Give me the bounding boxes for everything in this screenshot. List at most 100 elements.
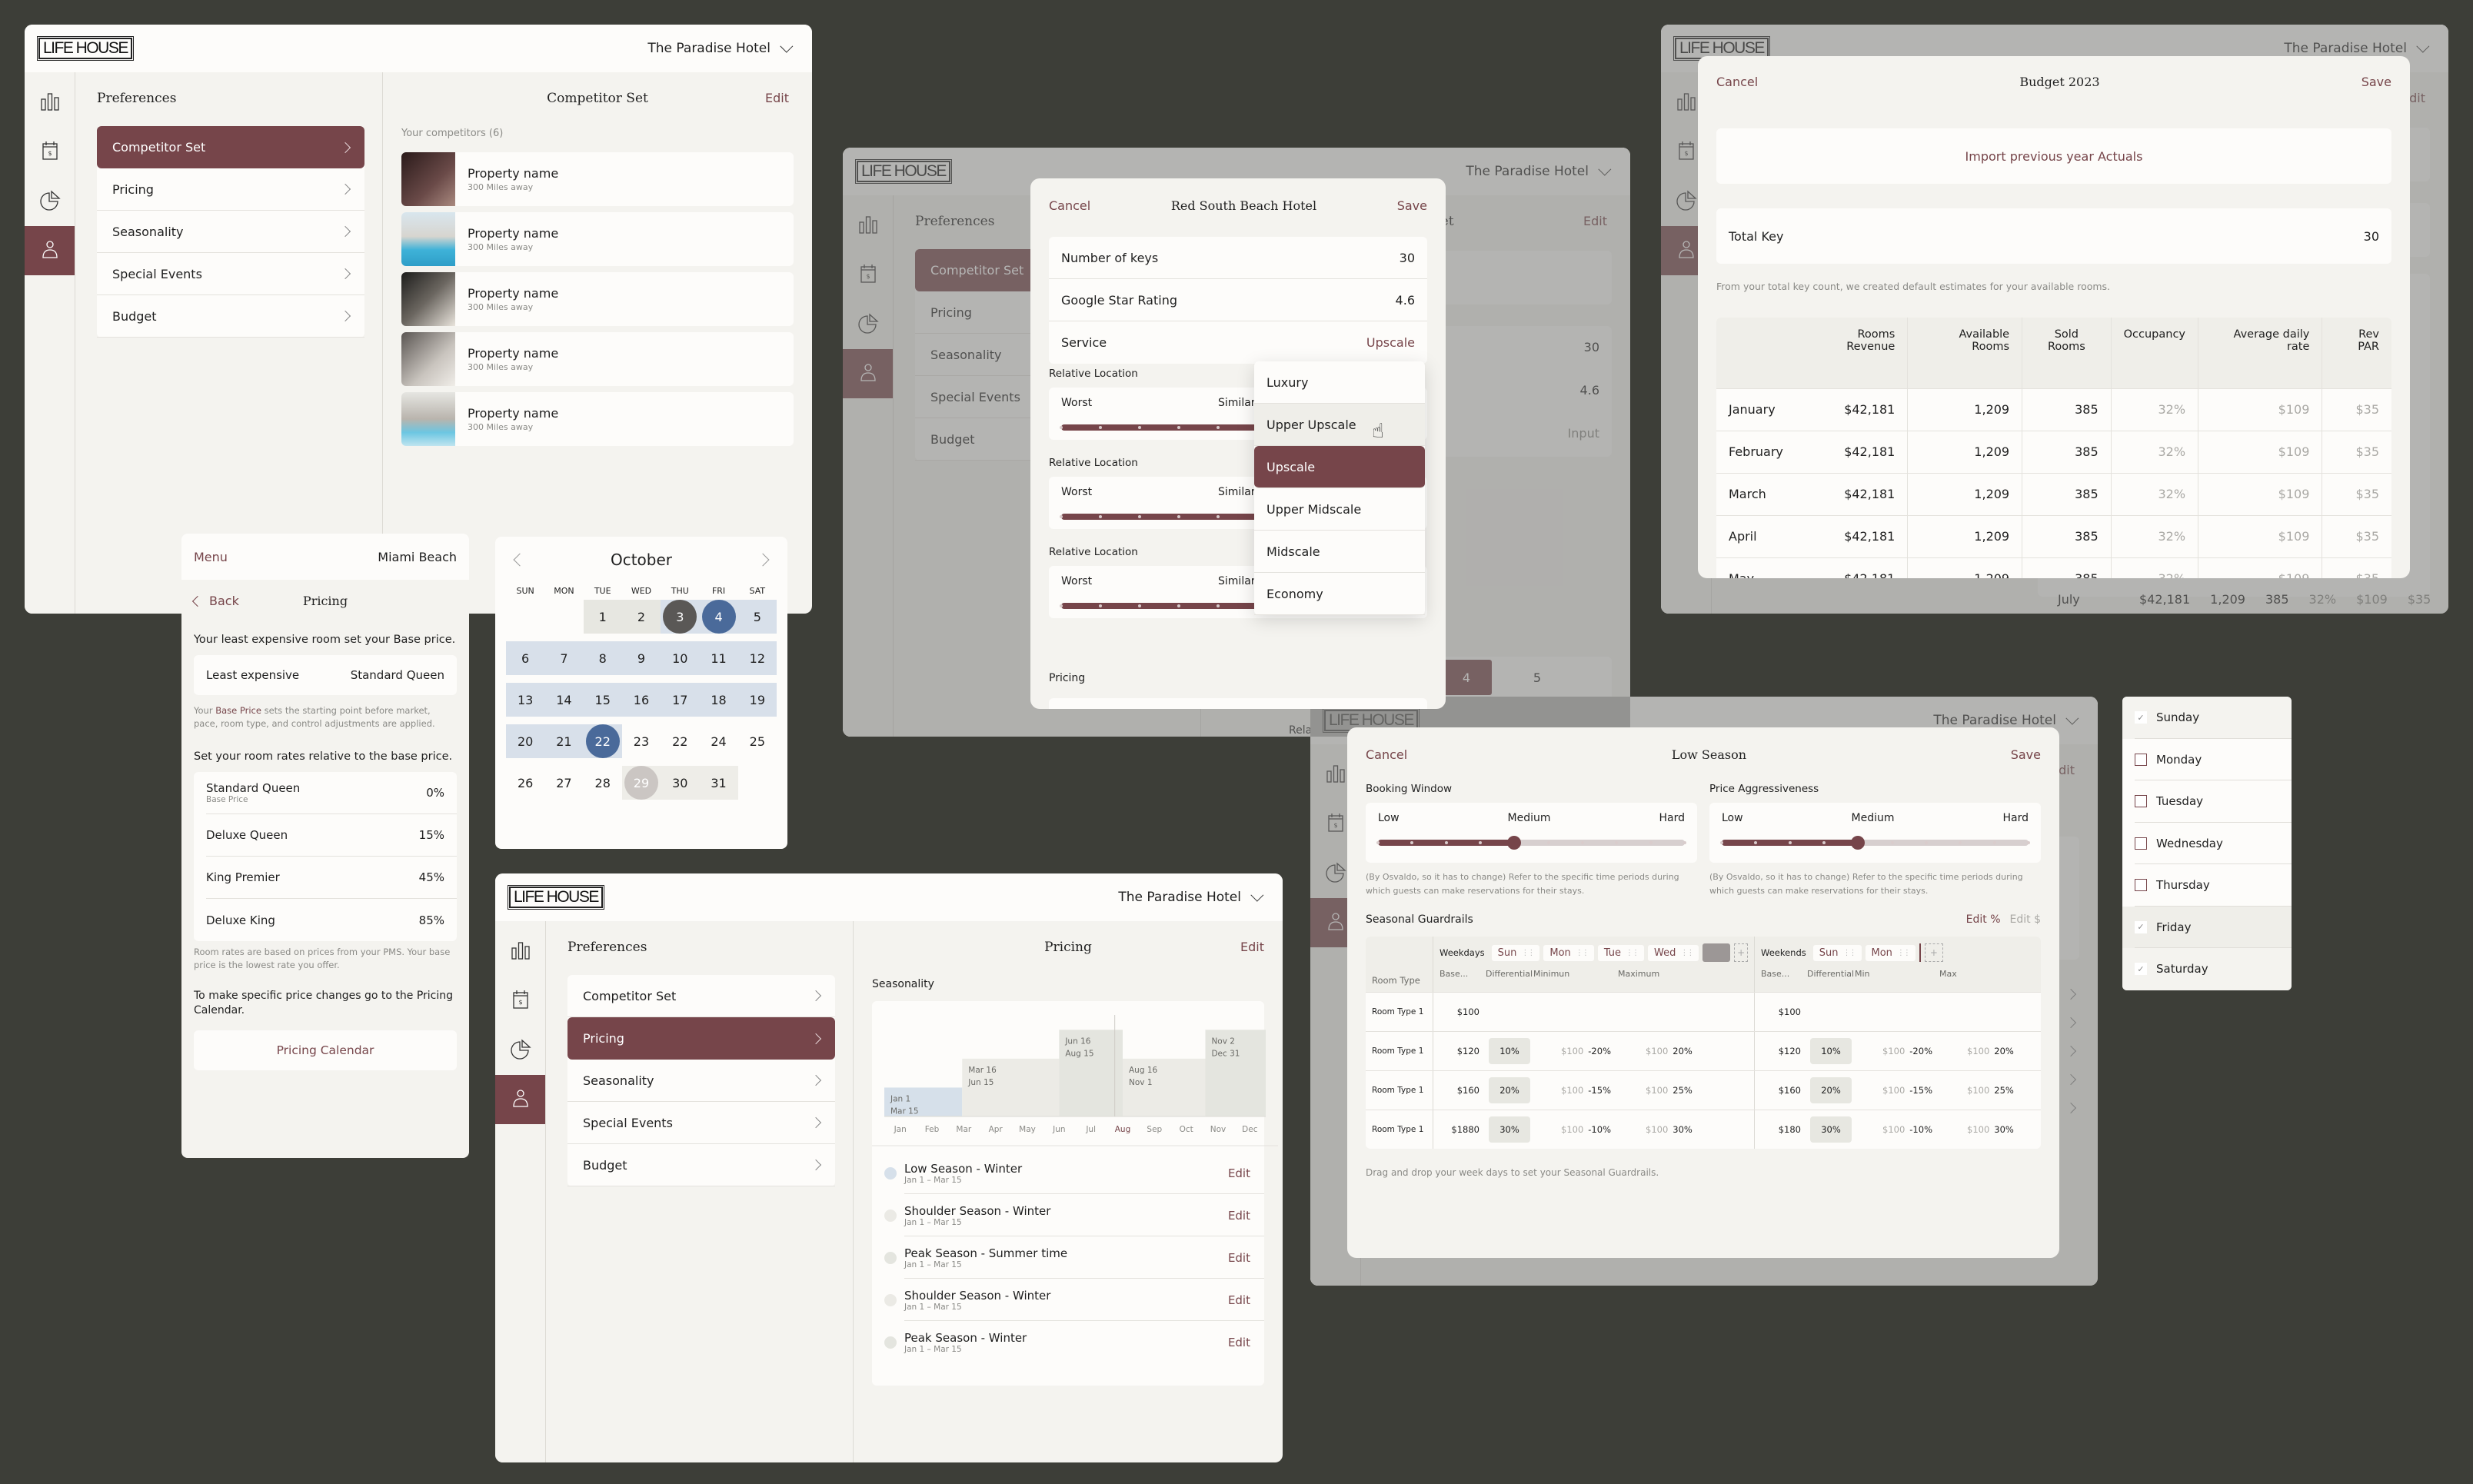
cell-revenue[interactable]: $42,181 [1796, 388, 1908, 431]
differential-input[interactable]: 10% [1810, 1038, 1852, 1064]
calendar-day[interactable]: 22 [661, 724, 699, 758]
menu-button[interactable]: Menu [194, 550, 228, 564]
cell-occupancy[interactable]: 32% [2110, 388, 2198, 431]
checkbox-unchecked[interactable] [2135, 795, 2147, 808]
edit-percent-button[interactable]: Edit % [1966, 913, 2001, 926]
room-rate-row[interactable]: Standard Queen Base Price 0% [206, 772, 457, 814]
save-button[interactable]: Save [1397, 198, 1427, 213]
hotel-selector[interactable]: The Paradise Hotel [1118, 888, 1264, 905]
room-rate-row[interactable]: King Premier 45% [206, 857, 457, 899]
cell-revpar[interactable]: $35 [2322, 473, 2391, 515]
weekday-option-monday[interactable]: Monday [2122, 738, 2292, 780]
max-percent[interactable]: 25% [1673, 1085, 1692, 1096]
weekday-option-tuesday[interactable]: Tuesday [2122, 780, 2292, 823]
menu-item-competitor-set[interactable]: Competitor Set [97, 126, 364, 168]
back-button[interactable]: Back [191, 594, 239, 608]
min-percent[interactable]: -10% [1909, 1124, 1932, 1135]
checkbox-unchecked[interactable] [2135, 753, 2147, 766]
user-nav-button[interactable] [495, 1075, 545, 1124]
menu-item-pricing[interactable]: Pricing [567, 1017, 835, 1060]
menu-item-pricing[interactable]: Pricing [97, 168, 364, 211]
calendar-day[interactable]: 18 [699, 683, 738, 717]
cell-revenue[interactable]: $42,181 [1796, 431, 1908, 473]
day-chip-mon[interactable]: Mon ⋮⋮ [1543, 944, 1594, 961]
slider-handle[interactable] [1507, 836, 1522, 850]
cell-revenue[interactable]: $42,181 [1796, 473, 1908, 515]
slider-track[interactable] [1720, 836, 2030, 850]
calendar-day[interactable]: 22 [583, 724, 622, 758]
cell-sold[interactable]: 385 [2022, 473, 2112, 515]
cell-adr[interactable]: $109 [2198, 388, 2322, 431]
service-option-luxury[interactable]: Luxury [1254, 361, 1425, 404]
least-expensive-field[interactable]: Least expensive Standard Queen [194, 655, 457, 695]
checkbox-checked[interactable]: ✓ [2135, 920, 2147, 933]
calendar-day[interactable]: 8 [583, 641, 622, 675]
calendar-day[interactable]: 11 [699, 641, 738, 675]
weekday-option-thursday[interactable]: Thursday [2122, 864, 2292, 907]
prev-month-button[interactable] [513, 553, 527, 567]
differential-input[interactable]: 30% [1489, 1116, 1530, 1143]
import-actuals-button[interactable]: Import previous year Actuals [1716, 128, 2391, 184]
service-option-upscale[interactable]: Upscale [1254, 446, 1425, 488]
cell-sold[interactable]: 385 [2022, 557, 2112, 578]
service-option-economy[interactable]: Economy [1254, 573, 1425, 615]
weekday-option-friday[interactable]: ✓ Friday [2122, 906, 2292, 948]
checkbox-unchecked[interactable] [2135, 879, 2147, 892]
season-edit-button[interactable]: Edit [1228, 1209, 1250, 1223]
calendar-day[interactable]: 3 [661, 600, 700, 634]
competitor-item[interactable]: Property name 300 Miles away [401, 392, 794, 446]
cell-adr[interactable]: $109 [2198, 431, 2322, 473]
hotel-selector[interactable]: The Paradise Hotel [647, 39, 794, 56]
field-google-star-rating[interactable]: Google Star Rating 4.6 [1049, 279, 1427, 321]
calendar-day[interactable]: 9 [621, 641, 661, 675]
menu-item-seasonality[interactable]: Seasonality [97, 211, 364, 253]
menu-item-special-events[interactable]: Special Events [97, 253, 364, 295]
calendar-day[interactable]: 10 [661, 641, 700, 675]
add-day-button[interactable]: + [1924, 943, 1943, 962]
cell-adr[interactable]: $109 [2198, 515, 2322, 557]
calendar-day[interactable]: 2 [621, 600, 661, 634]
day-chip-sun[interactable]: Sun ⋮⋮ [1491, 944, 1540, 961]
calendar-day[interactable]: 29 [621, 766, 661, 800]
calendar-day[interactable]: 24 [699, 724, 737, 758]
total-key-field[interactable]: Total Key 30 [1716, 208, 2391, 264]
cell-revpar[interactable]: $35 [2322, 388, 2391, 431]
cell-available[interactable]: 1,209 [1907, 515, 2022, 557]
cell-adr[interactable]: $109 [2198, 557, 2322, 578]
max-percent[interactable]: 30% [1673, 1124, 1692, 1135]
max-percent[interactable]: 25% [1994, 1085, 2014, 1096]
min-percent[interactable]: -15% [1588, 1085, 1611, 1096]
day-chip-mon[interactable]: Mon ⋮⋮ [1865, 944, 1915, 961]
cell-occupancy[interactable]: 32% [2110, 557, 2198, 578]
calendar-day[interactable]: 19 [737, 683, 777, 717]
min-percent[interactable]: -20% [1588, 1046, 1611, 1056]
calendar-day[interactable]: 28 [584, 766, 622, 800]
calendar-day[interactable]: 21 [544, 724, 584, 758]
service-option-midscale[interactable]: Midscale [1254, 531, 1425, 573]
user-nav-button[interactable] [25, 226, 75, 275]
service-option-upper-midscale[interactable]: Upper Midscale [1254, 488, 1425, 531]
calendar-day[interactable]: 23 [622, 724, 661, 758]
min-percent[interactable]: -10% [1588, 1124, 1611, 1135]
differential-input[interactable]: 20% [1810, 1077, 1852, 1103]
cell-available[interactable]: 1,209 [1907, 557, 2022, 578]
min-percent[interactable]: -15% [1909, 1085, 1932, 1096]
calendar-day[interactable]: 16 [621, 683, 661, 717]
edit-button[interactable]: Edit [765, 91, 789, 105]
cell-occupancy[interactable]: 32% [2110, 431, 2198, 473]
differential-input[interactable]: 30% [1810, 1116, 1852, 1143]
slider-handle[interactable] [1851, 836, 1866, 850]
cell-revenue[interactable]: $42,181 [1796, 515, 1908, 557]
cell-available[interactable]: 1,209 [1907, 431, 2022, 473]
menu-item-competitor-set[interactable]: Competitor Set [567, 975, 835, 1017]
room-rate-row[interactable]: Deluxe King 85% [206, 899, 457, 941]
calendar-day[interactable]: 6 [506, 641, 545, 675]
day-chip-wed[interactable]: Wed ⋮⋮ [1648, 944, 1699, 961]
calendar-day[interactable]: 30 [661, 766, 700, 800]
bar-chart-nav-button[interactable] [495, 927, 545, 977]
calendar-day[interactable]: 14 [544, 683, 584, 717]
checkbox-checked[interactable]: ✓ [2135, 963, 2147, 976]
cancel-button[interactable]: Cancel [1366, 747, 1407, 762]
save-button[interactable]: Save [2361, 75, 2391, 89]
competitor-item[interactable]: Property name 300 Miles away [401, 332, 794, 386]
